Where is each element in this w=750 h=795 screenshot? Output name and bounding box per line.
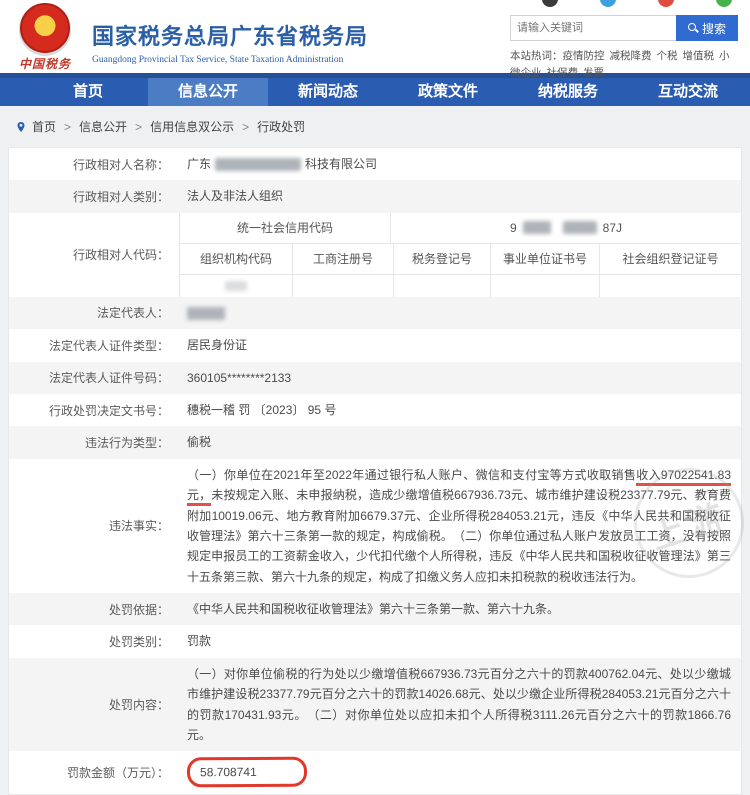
redacted-person-name bbox=[187, 307, 225, 321]
hot-word[interactable]: 发票 bbox=[583, 67, 604, 79]
penalty-detail-table: 行政相对人名称： 广东 科技有限公司 行政相对人类别： 法人及非法人组织 行政相对… bbox=[8, 147, 742, 795]
row-label: 法定代表人： bbox=[96, 306, 169, 321]
row-id-number: 法定代表人证件号码： 360105********2133 bbox=[9, 361, 741, 394]
nav-item-tax-service[interactable]: 纳税服务 bbox=[508, 78, 628, 106]
row-label: 处罚类别： bbox=[108, 635, 169, 650]
row-party-category: 行政相对人类别： 法人及非法人组织 bbox=[9, 180, 741, 213]
site-logo: 中国税务 bbox=[10, 3, 80, 72]
row-label: 违法事实： bbox=[108, 519, 169, 534]
hot-words: 本站热词：疫情防控 减税降费 个税 增值税 小微企业 社保费 发票 bbox=[510, 48, 738, 82]
search-icon bbox=[687, 23, 698, 33]
row-label: 行政处罚决定文书号： bbox=[48, 403, 169, 418]
row-label: 行政相对人代码： bbox=[72, 248, 169, 263]
hot-words-label: 本站热词： bbox=[510, 50, 563, 62]
site-title: 国家税务总局广东省税务局 bbox=[92, 24, 369, 49]
row-label: 法定代表人证件类型： bbox=[48, 338, 169, 353]
nav-item-news[interactable]: 新闻动态 bbox=[268, 78, 388, 106]
hot-word[interactable]: 减税降费 bbox=[610, 50, 652, 62]
redacted-value bbox=[225, 280, 247, 291]
topbar bbox=[0, 0, 750, 13]
org-code-header: 组织机构代码 bbox=[180, 243, 293, 274]
row-legal-rep: 法定代表人： bbox=[9, 296, 741, 330]
search-button[interactable]: 搜索 bbox=[676, 15, 738, 41]
code-sub-table: 统一社会信用代码 9 87J 组织机构代码 工商注册号 税务登记号 事业单位证书号… bbox=[179, 212, 741, 297]
row-party-name: 行政相对人名称： 广东 科技有限公司 bbox=[9, 148, 741, 181]
business-reg-value bbox=[293, 274, 394, 297]
social-org-cert-value bbox=[600, 275, 741, 297]
breadcrumb-home[interactable]: 首页 bbox=[32, 118, 56, 135]
row-id-type: 法定代表人证件类型： 居民身份证 bbox=[9, 329, 741, 362]
row-penalty-content: 处罚内容： （一）对你单位偷税的行为处以少缴增值税667936.73元百分之六十… bbox=[9, 657, 741, 752]
penalty-category-value: 罚款 bbox=[187, 634, 212, 649]
hot-word[interactable]: 疫情防控 bbox=[563, 50, 605, 62]
share-icon-2[interactable] bbox=[600, 0, 616, 7]
party-name-value: 广东 科技有限公司 bbox=[187, 157, 378, 172]
id-type-value: 居民身份证 bbox=[187, 338, 248, 353]
penalty-content-value: （一）对你单位偷税的行为处以少缴增值税667936.73元百分之六十的罚款400… bbox=[187, 666, 731, 743]
hot-word[interactable]: 个税 bbox=[657, 50, 678, 62]
row-label: 行政相对人类别： bbox=[72, 190, 169, 205]
credit-code-header: 统一社会信用代码 bbox=[180, 212, 391, 243]
doc-number-value: 穗税一稽 罚 〔2023〕 95 号 bbox=[187, 402, 337, 417]
redacted-credit-code bbox=[562, 221, 597, 235]
redacted-credit-code bbox=[522, 221, 551, 235]
location-pin-icon bbox=[17, 121, 25, 132]
nav-item-policy[interactable]: 政策文件 bbox=[388, 78, 508, 106]
row-label: 罚款金额（万元）： bbox=[66, 766, 169, 781]
logo-caption: 中国税务 bbox=[18, 57, 71, 71]
violation-type-value: 偷税 bbox=[187, 435, 212, 450]
red-pen-circle: 58.708741 bbox=[186, 757, 308, 789]
row-penalty-category: 处罚类别： 罚款 bbox=[9, 625, 741, 658]
row-penalty-amount: 罚款金额（万元）： 58.708741 bbox=[9, 751, 741, 794]
credit-code-value: 9 87J bbox=[509, 220, 623, 235]
institution-cert-header: 事业单位证书号 bbox=[491, 243, 600, 274]
row-violation-type: 违法行为类型： 偷税 bbox=[9, 426, 741, 459]
row-violation-fact: 违法事实： （一）你单位在2021年至2022年通过银行私人账户、微信和支付宝等… bbox=[9, 458, 741, 594]
id-number-value: 360105********2133 bbox=[187, 370, 292, 385]
breadcrumb-credit[interactable]: 信用信息双公示 bbox=[150, 118, 234, 135]
social-org-cert-header: 社会组织登记证号 bbox=[622, 252, 719, 267]
topbar-icons bbox=[542, 0, 732, 7]
business-reg-header: 工商注册号 bbox=[293, 243, 394, 274]
breadcrumb-info[interactable]: 信息公开 bbox=[79, 118, 127, 135]
penalty-amount-value: 58.708741 bbox=[179, 751, 741, 793]
share-icon-1[interactable] bbox=[542, 0, 558, 7]
row-party-code: 行政相对人代码： 统一社会信用代码 9 87J 组织机构代码 工商注册号 税务登记… bbox=[9, 212, 741, 297]
tax-reg-header: 税务登记号 bbox=[394, 243, 491, 274]
row-doc-number: 行政处罚决定文书号： 穗税一稽 罚 〔2023〕 95 号 bbox=[9, 393, 741, 427]
row-label: 行政相对人名称： bbox=[72, 157, 169, 172]
nav-item-info-disclosure[interactable]: 信息公开 bbox=[148, 78, 268, 106]
redacted-company-name bbox=[215, 158, 302, 172]
violation-fact-value: （一）你单位在2021年至2022年通过银行私人账户、微信和支付宝等方式收取销售… bbox=[187, 467, 731, 584]
row-label: 处罚内容： bbox=[108, 698, 169, 713]
org-code-value bbox=[180, 274, 293, 297]
share-icon-4[interactable] bbox=[716, 0, 732, 7]
nav-item-interaction[interactable]: 互动交流 bbox=[628, 78, 748, 106]
institution-cert-value bbox=[491, 274, 600, 297]
site-subtitle: Guangdong Provincial Tax Service, State … bbox=[92, 55, 344, 65]
penalty-basis-value: 《中华人民共和国税收征收管理法》第六十三条第一款、第六十九条。 bbox=[187, 602, 560, 617]
tax-emblem-icon bbox=[20, 3, 70, 53]
site-header: 中国税务 国家税务总局广东省税务局 Guangdong Provincial T… bbox=[0, 3, 750, 79]
row-label: 违法行为类型： bbox=[84, 436, 169, 451]
legal-rep-value bbox=[179, 297, 741, 329]
row-penalty-basis: 处罚依据： 《中华人民共和国税收征收管理法》第六十三条第一款、第六十九条。 bbox=[9, 593, 741, 626]
hot-word[interactable]: 增值税 bbox=[683, 50, 715, 62]
nav-item-home[interactable]: 首页 bbox=[28, 78, 148, 106]
breadcrumb: 首页 > 信息公开 > 信用信息双公示 > 行政处罚 bbox=[0, 106, 750, 135]
party-category-value: 法人及非法人组织 bbox=[187, 189, 284, 204]
breadcrumb-penalty[interactable]: 行政处罚 bbox=[257, 118, 305, 135]
hot-word[interactable]: 社保费 bbox=[547, 67, 579, 79]
row-label: 法定代表人证件号码： bbox=[48, 371, 169, 386]
row-label: 处罚依据： bbox=[108, 602, 169, 617]
share-icon-3[interactable] bbox=[658, 0, 674, 7]
tax-reg-value bbox=[394, 274, 491, 297]
search-input[interactable] bbox=[510, 15, 676, 41]
